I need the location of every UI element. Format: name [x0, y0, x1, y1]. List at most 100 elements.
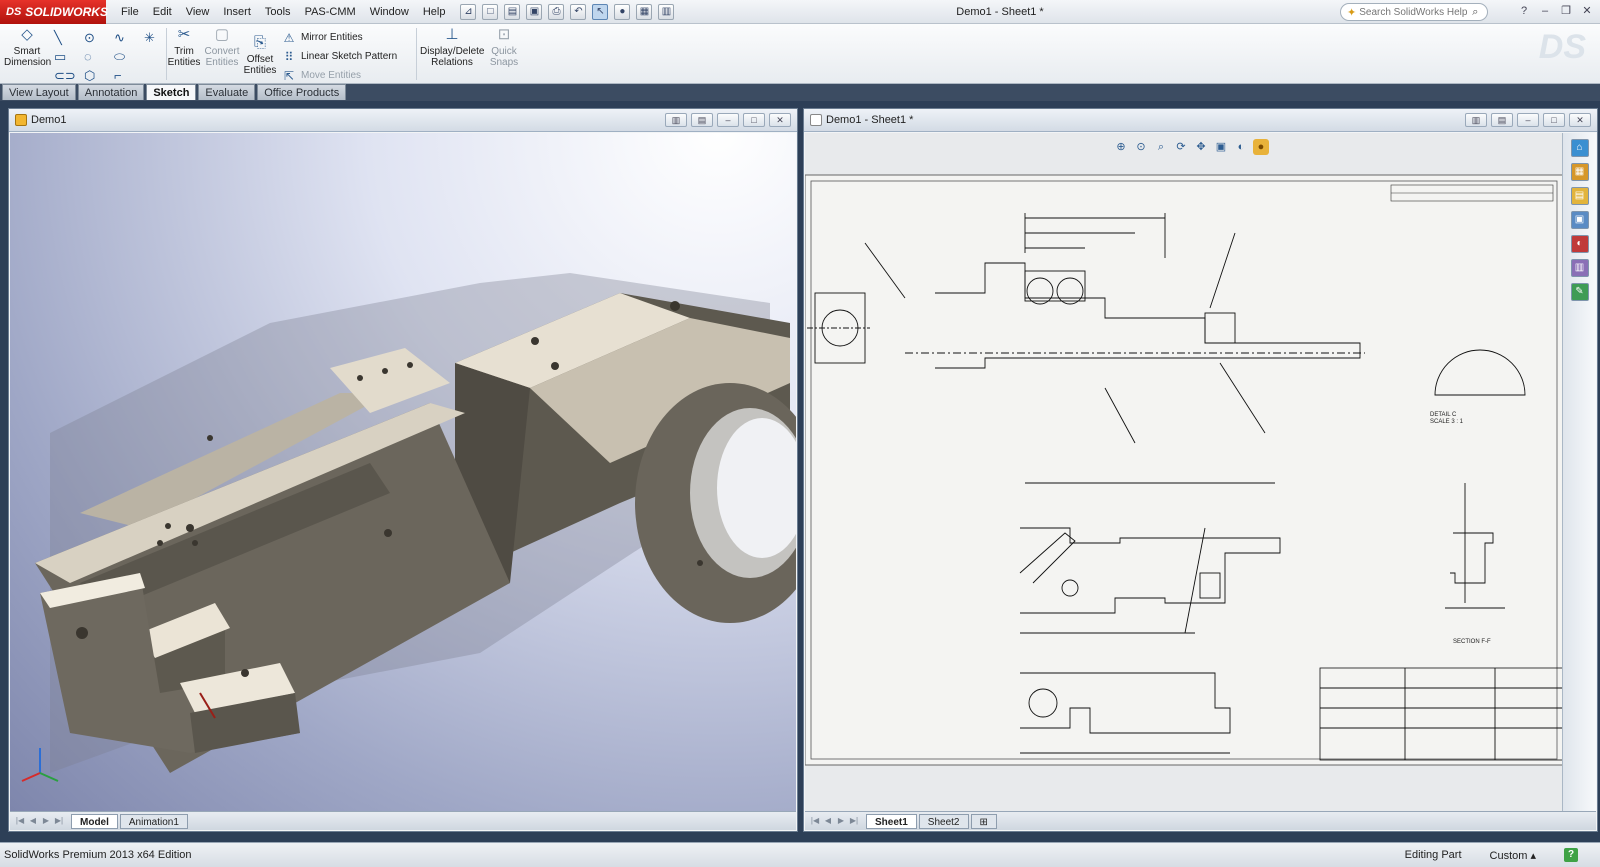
rectangle-icon[interactable]: ▭ — [54, 47, 84, 66]
smart-dimension-button[interactable]: ◇ Smart Dimension — [4, 26, 51, 68]
view-palette-icon[interactable]: ▣ — [1570, 211, 1589, 229]
tab-sheet2[interactable]: Sheet2 — [918, 813, 969, 829]
spline-icon[interactable]: ∿ — [114, 28, 144, 47]
convert-entities-label: Convert Entities — [204, 46, 240, 68]
slot-icon[interactable]: ⊂⊃ — [54, 66, 84, 85]
restore-button[interactable]: ❐ — [1557, 3, 1575, 19]
tile-vertical-icon-2[interactable]: ▤ — [1491, 113, 1513, 127]
tile-vertical-icon[interactable]: ▤ — [691, 113, 713, 127]
circle-icon[interactable]: ⊙ — [84, 28, 114, 47]
linear-sketch-pattern-button[interactable]: ⠿ Linear Sketch Pattern — [282, 47, 398, 66]
tile-horizontal-icon[interactable]: ▥ — [665, 113, 687, 127]
menu-tools[interactable]: Tools — [258, 0, 298, 24]
forum-icon[interactable]: ✎ — [1570, 283, 1589, 301]
window-close-button[interactable]: ✕ — [769, 113, 791, 127]
offset-entities-button[interactable]: ⎘ Offset Entities — [242, 34, 278, 76]
mirror-icon: ⚠ — [283, 30, 295, 45]
display-delete-relations-label: Display/Delete Relations — [420, 46, 485, 68]
display-delete-relations-button[interactable]: ⊥ Display/Delete Relations — [420, 26, 484, 68]
tile-horizontal-icon-2[interactable]: ▥ — [1465, 113, 1487, 127]
last-tab-arrow-icon[interactable]: ▶| — [53, 815, 65, 827]
drawing-maximize-button[interactable]: □ — [1543, 113, 1565, 127]
add-sheet-icon[interactable]: ⊞ — [970, 813, 997, 829]
design-library-icon[interactable]: ▦ — [1570, 163, 1589, 181]
undo-icon[interactable]: ↶ — [570, 3, 587, 20]
tab-office-products[interactable]: Office Products — [257, 84, 347, 100]
drawing-minimize-button[interactable]: – — [1517, 113, 1539, 127]
next-tab-arrow-icon[interactable]: ▶ — [40, 815, 52, 827]
menu-window[interactable]: Window — [363, 0, 416, 24]
menu-insert[interactable]: Insert — [216, 0, 258, 24]
status-right: Editing Part Custom ▴ ? — [1405, 848, 1578, 862]
model-window-titlebar: Demo1 ▥ ▤ – □ ✕ — [9, 109, 797, 132]
tab-sketch[interactable]: Sketch — [146, 84, 197, 100]
convert-entities-button[interactable]: ▢ Convert Entities — [202, 26, 242, 68]
sheet-first-arrow-icon[interactable]: |◀ — [809, 815, 821, 827]
tab-scroll-arrows: |◀ ◀ ▶ ▶| — [14, 815, 65, 827]
trim-entities-button[interactable]: ✂ Trim Entities — [166, 26, 202, 68]
save-icon[interactable]: ▣ — [526, 3, 543, 20]
point-icon[interactable]: ✳ — [144, 28, 162, 47]
tab-evaluate[interactable]: Evaluate — [198, 84, 256, 100]
file-properties-icon[interactable]: ▦ — [636, 3, 653, 20]
drawing-sheet-area[interactable]: ⊕ ⊙ ⌕ ⟳ ✥ ▣ ◐ ● DETAIL C SCALE 3: 1 SEC… — [805, 133, 1563, 811]
menu-file[interactable]: File — [114, 0, 146, 24]
tab-sheet1[interactable]: Sheet1 — [866, 813, 917, 829]
pin-icon[interactable]: ⊿ — [460, 3, 477, 20]
linear-sketch-pattern-label: Linear Sketch Pattern — [301, 51, 398, 62]
menu-pas-cmm[interactable]: PAS-CMM — [298, 0, 363, 24]
part-icon — [15, 114, 27, 126]
menu-view[interactable]: View — [179, 0, 217, 24]
unit-system-selector[interactable]: Custom ▴ — [1490, 849, 1536, 862]
ellipse-icon[interactable]: ⬭ — [114, 47, 144, 66]
move-entities-button[interactable]: ⇱ Move Entities — [282, 66, 397, 85]
file-explorer-icon[interactable]: ▤ — [1570, 187, 1589, 205]
line-icon[interactable]: ╲ — [54, 28, 84, 47]
sheet-prev-arrow-icon[interactable]: ◀ — [822, 815, 834, 827]
ds-logo-text: DS — [6, 5, 22, 18]
arc-icon[interactable]: ◌ — [84, 47, 114, 66]
tab-annotation[interactable]: Annotation — [77, 84, 145, 100]
print-icon[interactable]: ⎙ — [548, 3, 565, 20]
solidworks-resources-icon[interactable]: ⌂ — [1570, 139, 1589, 157]
appearances-icon[interactable]: ◐ — [1570, 235, 1589, 253]
tab-view-layout[interactable]: View Layout — [2, 84, 76, 100]
rebuild-icon[interactable]: ● — [614, 3, 631, 20]
polygon-icon[interactable]: ⬡ — [84, 66, 114, 85]
custom-properties-icon[interactable]: ▥ — [1570, 259, 1589, 277]
window-maximize-button[interactable]: □ — [743, 113, 765, 127]
sheet-last-arrow-icon[interactable]: ▶| — [848, 815, 860, 827]
model-window-controls: ▥ ▤ – □ ✕ — [665, 113, 791, 127]
new-document-icon[interactable]: □ — [482, 3, 499, 20]
menu-edit[interactable]: Edit — [146, 0, 179, 24]
tab-animation1[interactable]: Animation1 — [119, 813, 188, 829]
menu-help[interactable]: Help — [416, 0, 453, 24]
quick-snaps-button[interactable]: ⊡ Quick Snaps — [486, 26, 522, 68]
close-button[interactable]: ✕ — [1578, 3, 1596, 19]
trim-icon: ✂ — [177, 26, 191, 43]
edition-text: SolidWorks Premium 2013 x64 Edition — [4, 849, 192, 861]
window-minimize-button[interactable]: – — [717, 113, 739, 127]
svg-text:DETAIL C: DETAIL C — [1430, 412, 1457, 418]
drawing-window-controls: ▥ ▤ – □ ✕ — [1465, 113, 1591, 127]
minimize-button[interactable]: – — [1536, 3, 1554, 19]
graphics-area[interactable] — [10, 133, 796, 811]
search-icon[interactable]: ⌕ — [1472, 6, 1478, 19]
sheet-next-arrow-icon[interactable]: ▶ — [835, 815, 847, 827]
search-input[interactable] — [1359, 6, 1470, 18]
mirror-entities-button[interactable]: ⚠ Mirror Entities — [282, 28, 397, 47]
select-icon[interactable]: ↖ — [592, 3, 609, 20]
solidworks-logo[interactable]: DS SOLIDWORKS — [0, 0, 108, 24]
open-icon[interactable]: ▤ — [504, 3, 521, 20]
prev-tab-arrow-icon[interactable]: ◀ — [27, 815, 39, 827]
drawing-close-button[interactable]: ✕ — [1569, 113, 1591, 127]
fillet-icon[interactable]: ⌐ — [114, 66, 144, 85]
search-box[interactable]: ✦ ⌕ — [1340, 3, 1488, 21]
pattern-icon: ⠿ — [284, 49, 294, 64]
first-tab-arrow-icon[interactable]: |◀ — [14, 815, 26, 827]
help-menu-icon[interactable]: ? — [1515, 3, 1533, 19]
options-icon[interactable]: ▥ — [658, 3, 675, 20]
part-model — [21, 273, 796, 782]
tab-model[interactable]: Model — [71, 813, 118, 829]
help-icon[interactable]: ? — [1564, 848, 1578, 862]
